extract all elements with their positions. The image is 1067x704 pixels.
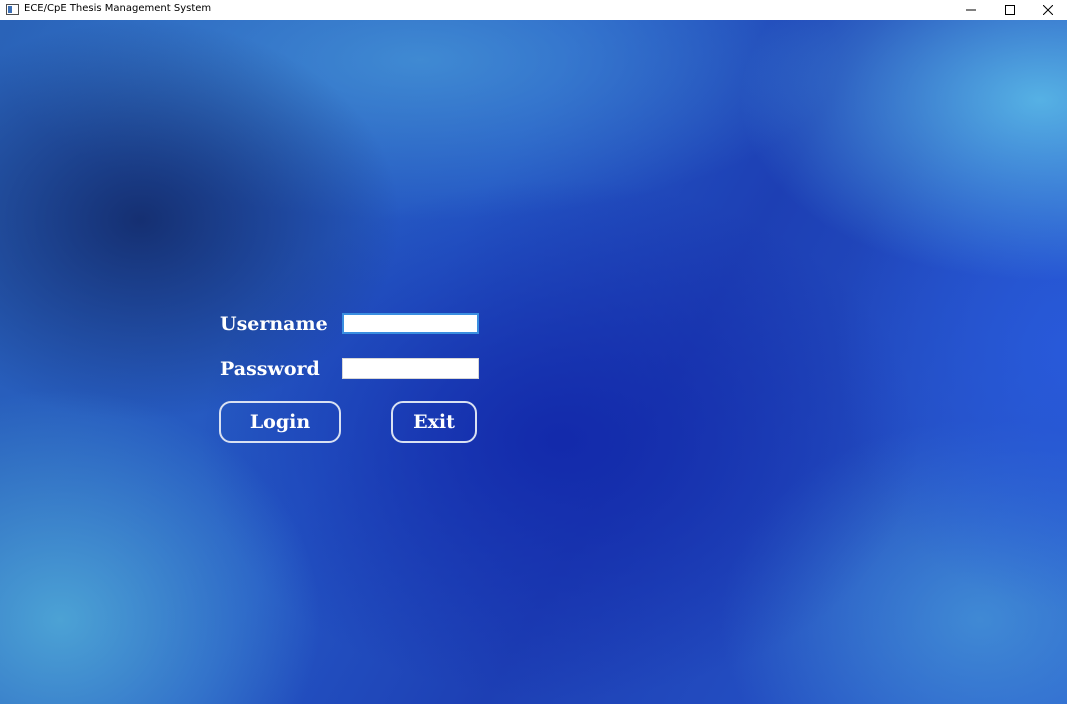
minimize-button[interactable] xyxy=(956,0,986,20)
login-form: Username Password Login Exit xyxy=(219,310,479,445)
app-window-icon xyxy=(6,4,19,15)
close-button[interactable] xyxy=(1033,0,1063,20)
password-input[interactable] xyxy=(342,358,479,379)
password-label: Password xyxy=(220,358,320,380)
window-title: ECE/CpE Thesis Management System xyxy=(24,3,212,14)
close-icon xyxy=(1043,5,1053,15)
minimize-icon xyxy=(966,9,976,11)
login-screen: Username Password Login Exit xyxy=(0,20,1067,704)
username-label: Username xyxy=(220,313,328,335)
exit-button[interactable]: Exit xyxy=(391,401,477,443)
login-button[interactable]: Login xyxy=(219,401,341,443)
maximize-icon xyxy=(1005,5,1015,15)
maximize-button[interactable] xyxy=(995,0,1025,20)
username-input[interactable] xyxy=(342,313,479,334)
app-window: ECE/CpE Thesis Management System Usernam… xyxy=(0,0,1067,704)
title-bar: ECE/CpE Thesis Management System xyxy=(0,0,1067,20)
